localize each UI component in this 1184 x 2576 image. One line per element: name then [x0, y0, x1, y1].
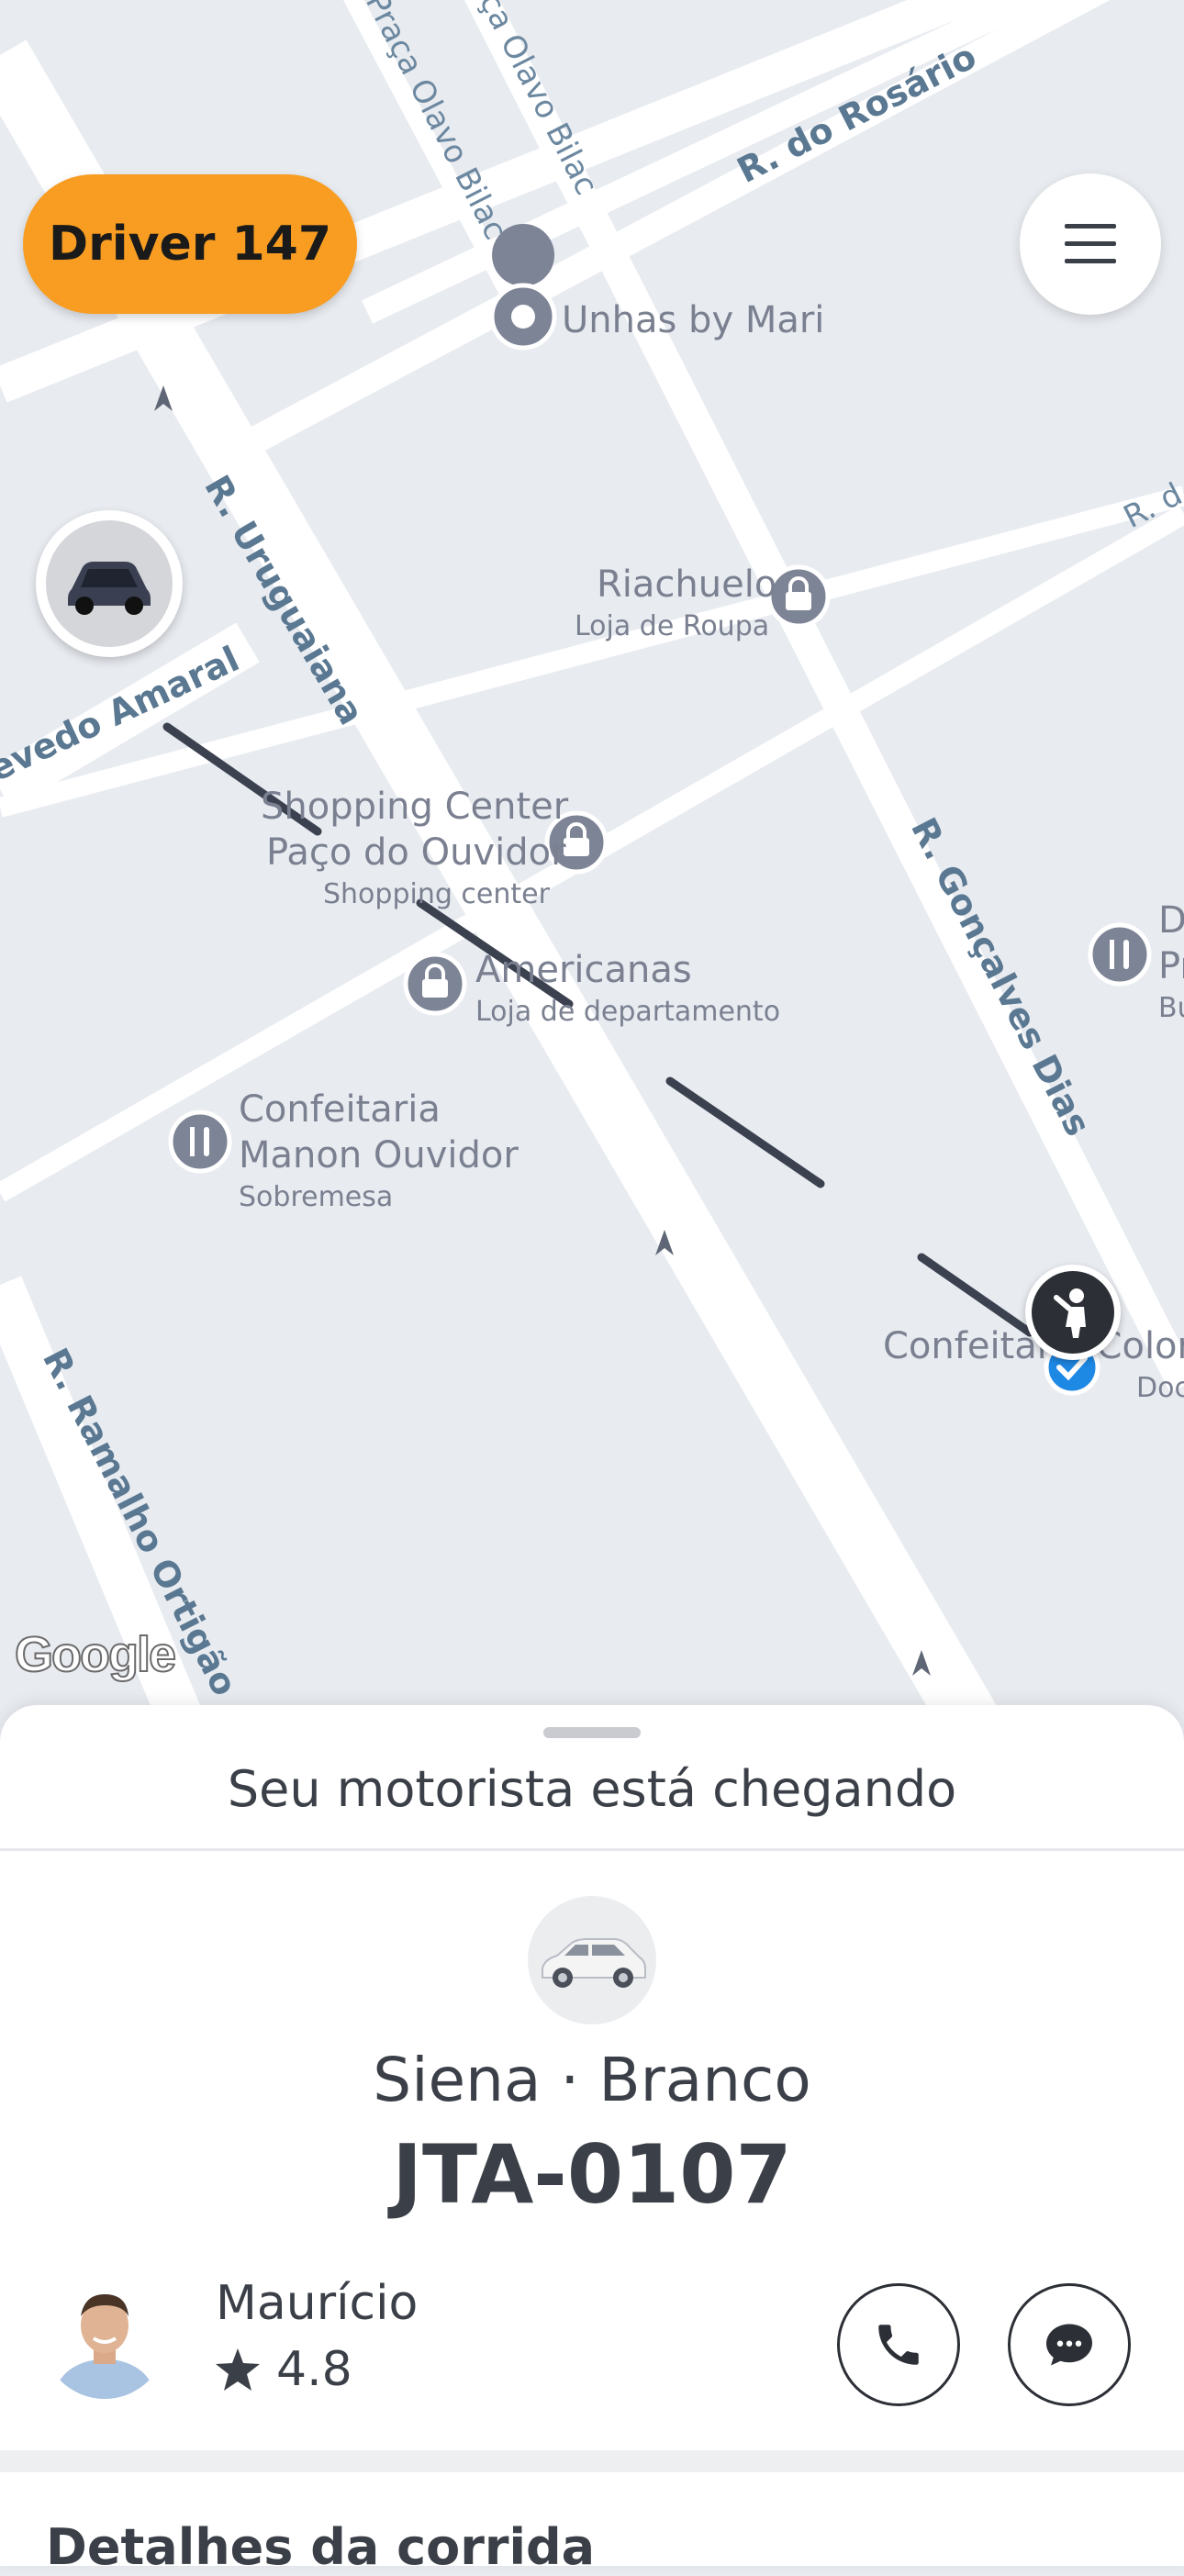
driver-badge[interactable]: Driver 147 — [23, 174, 357, 314]
poi-sublabel: Loja de Roupa — [575, 610, 769, 642]
fork-knife-icon — [168, 1110, 232, 1174]
car-icon — [68, 562, 151, 615]
ride-status-title: Seu motorista está chegando — [227, 1760, 957, 1818]
license-plate: JTA-0107 — [392, 2127, 792, 2222]
ride-details-title[interactable]: Detalhes da corrida — [46, 2518, 595, 2576]
poi-sublabel: Doc — [1136, 1372, 1184, 1404]
rating-value: 4.8 — [276, 2342, 352, 2397]
shopping-bag-icon — [766, 564, 831, 629]
menu-button[interactable] — [1020, 173, 1161, 315]
driver-photo — [42, 2274, 167, 2399]
poi-sublabel: Bu — [1158, 992, 1184, 1024]
poi-label: Unhas by Mari — [562, 299, 824, 341]
driver-rating: 4.8 — [216, 2342, 352, 2397]
chat-bubble-icon — [1046, 2324, 1092, 2366]
poi-label: Pr — [1158, 945, 1184, 987]
star-icon — [216, 2348, 260, 2391]
poi-label: Paço do Ouvidor — [266, 831, 566, 874]
poi-label: Riachuelo — [597, 563, 776, 606]
poi-label: Confeitaria — [239, 1088, 441, 1131]
poi-label: D — [1158, 899, 1184, 942]
poi-label: Americanas — [475, 949, 692, 991]
sheet-drag-handle[interactable] — [543, 1727, 641, 1738]
fork-knife-icon — [1088, 922, 1152, 987]
driver-avatar — [42, 2274, 167, 2399]
shopping-bag-icon — [403, 952, 467, 1016]
call-driver-button[interactable] — [837, 2283, 960, 2406]
phone-icon — [878, 2325, 919, 2365]
vehicle-image — [528, 1896, 656, 2024]
google-logo: Google — [14, 1626, 177, 1683]
poi-sublabel: Shopping center — [323, 878, 551, 910]
divider — [0, 1848, 1184, 1851]
chat-driver-button[interactable] — [1008, 2283, 1131, 2406]
poi-label: Shopping Center — [261, 786, 569, 828]
driver-name: Maurício — [216, 2276, 419, 2331]
section-divider — [0, 2450, 1184, 2472]
car-icon — [542, 1938, 646, 1988]
poi-sublabel: Sobremesa — [239, 1181, 393, 1213]
driver-badge-label: Driver 147 — [48, 217, 332, 272]
driver-car-marker[interactable] — [36, 510, 183, 657]
person-waving-icon — [1054, 1288, 1086, 1338]
vehicle-model-color: Siena · Branco — [373, 2045, 811, 2115]
pickup-marker[interactable] — [1025, 1265, 1121, 1360]
poi-label: Manon Ouvidor — [239, 1134, 519, 1176]
poi-sublabel: Loja de departamento — [475, 996, 780, 1028]
ride-status-sheet[interactable]: Seu motorista está chegando Siena · Bran… — [0, 1705, 1184, 2576]
hamburger-menu-icon — [1065, 224, 1116, 263]
